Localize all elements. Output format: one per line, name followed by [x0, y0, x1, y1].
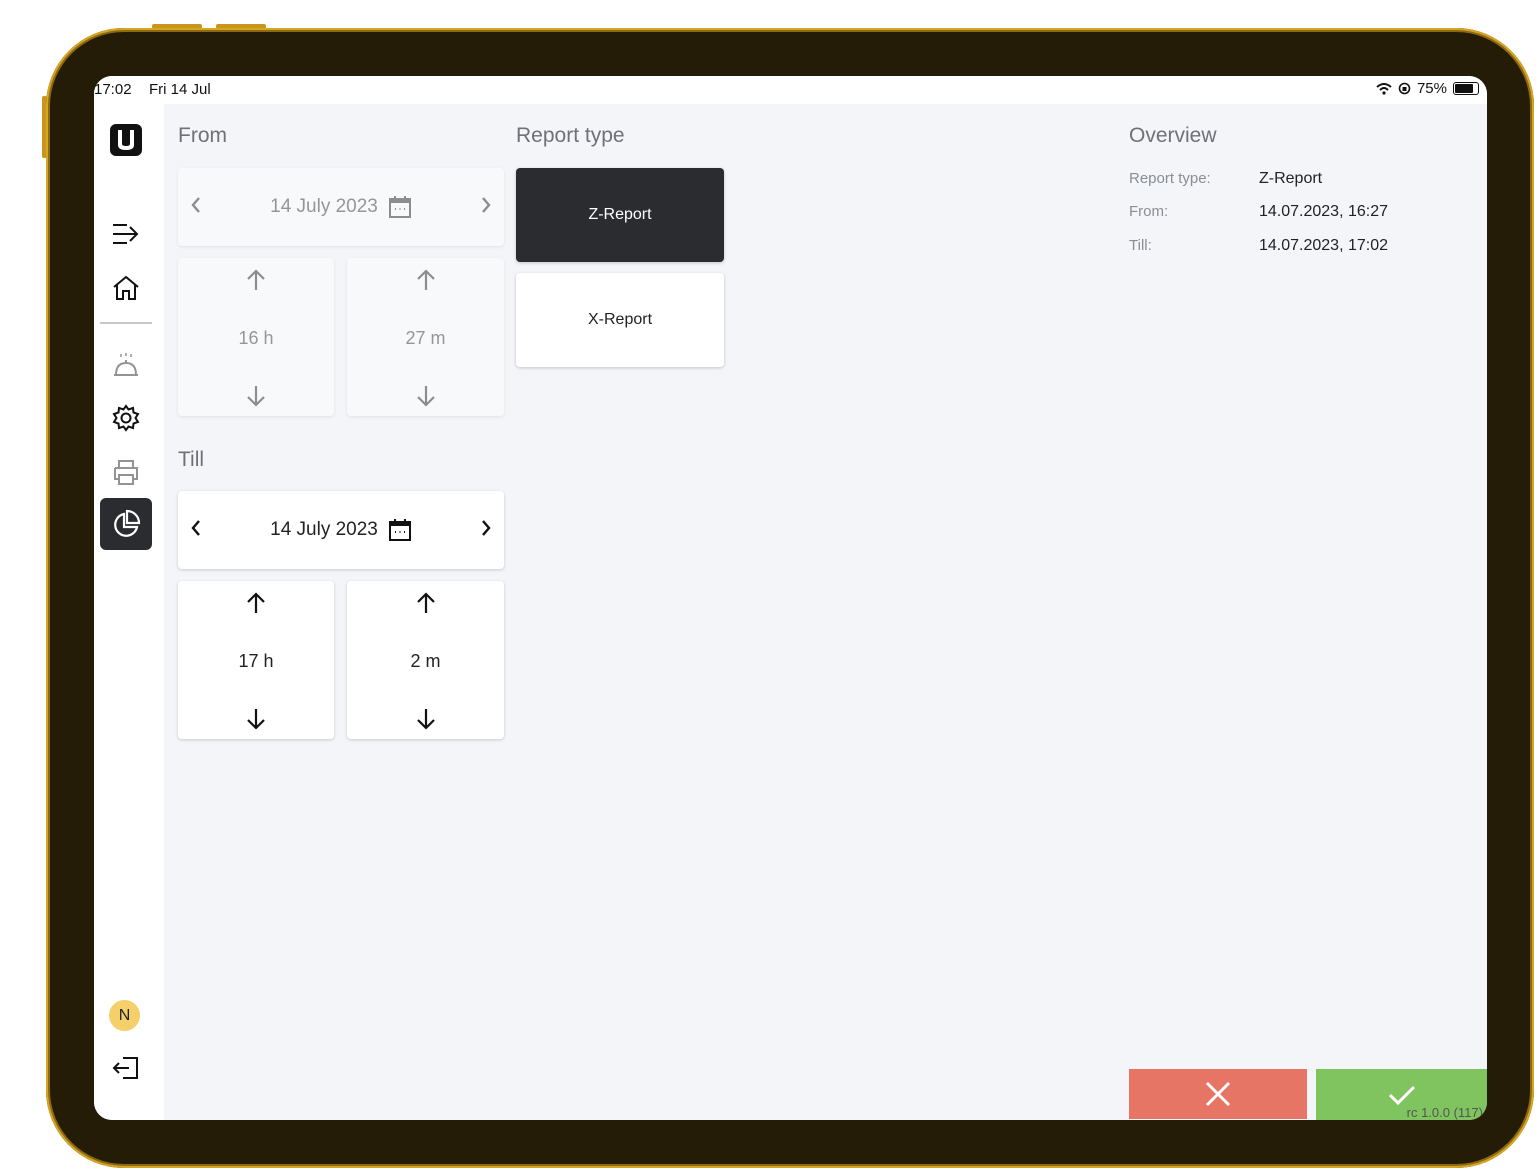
arrow-down-icon[interactable]: [244, 384, 268, 408]
till-hour-stepper: 17 h: [178, 581, 334, 739]
pie-chart-icon: [114, 509, 141, 537]
chevron-left-icon: [191, 196, 200, 213]
screen: 17:02 Fri 14 Jul 75% N From 14 July 2023…: [94, 76, 1487, 1120]
till-title: Till: [178, 448, 205, 471]
logout-icon: [112, 1057, 138, 1079]
arrow-up-icon[interactable]: [414, 268, 438, 292]
overview-label: Till:: [1129, 237, 1152, 254]
menu-toggle-button[interactable]: [100, 208, 152, 260]
chevron-left-icon: [191, 519, 200, 536]
logout-button[interactable]: [100, 1042, 152, 1094]
status-date: Fri 14 Jul: [149, 81, 211, 98]
till-prev-day-button[interactable]: [190, 519, 202, 542]
from-minutes-value: 27 m: [405, 327, 446, 348]
battery-percent: 75%: [1416, 80, 1447, 97]
status-right: 75%: [1376, 80, 1479, 97]
sidebar: N: [94, 104, 164, 1120]
version-label: rc 1.0.0 (117): [1406, 1105, 1483, 1120]
reports-button[interactable]: [100, 498, 152, 550]
wifi-icon: [1376, 82, 1392, 95]
home-button[interactable]: [100, 262, 152, 314]
chevron-right-icon: [482, 196, 491, 213]
overview-title: Overview: [1129, 124, 1217, 147]
till-minutes-value: 2 m: [410, 650, 441, 671]
z-report-button[interactable]: Z-Report: [516, 168, 724, 262]
chevron-right-icon: [482, 519, 491, 536]
arrow-down-icon[interactable]: [414, 384, 438, 408]
check-icon: [1388, 1085, 1415, 1105]
settings-button[interactable]: [100, 392, 152, 444]
status-time: 17:02: [94, 81, 132, 98]
arrow-down-icon[interactable]: [244, 707, 268, 731]
overview-value: Z-Report: [1259, 170, 1323, 187]
overview-label: From:: [1129, 203, 1169, 220]
printer-button[interactable]: [100, 446, 152, 498]
orientation-lock-icon: [1398, 82, 1411, 95]
from-next-day-button[interactable]: [480, 196, 492, 219]
from-prev-day-button[interactable]: [190, 196, 202, 219]
from-date-value[interactable]: 14 July 2023: [270, 196, 378, 218]
arrow-up-icon[interactable]: [244, 268, 268, 292]
gear-icon: [112, 404, 140, 432]
overview-value: 14.07.2023, 17:02: [1259, 237, 1389, 254]
cancel-button[interactable]: [1129, 1069, 1307, 1119]
from-minute-stepper: 27 m: [347, 258, 504, 416]
till-hours-value: 17 h: [238, 650, 274, 671]
app-logo: [100, 114, 152, 166]
avatar[interactable]: N: [109, 1000, 140, 1031]
from-hours-value: 16 h: [238, 327, 274, 348]
till-date-value[interactable]: 14 July 2023: [270, 519, 378, 541]
printer-icon: [114, 460, 138, 485]
confirm-button[interactable]: rc 1.0.0 (117): [1316, 1069, 1487, 1120]
till-next-day-button[interactable]: [480, 519, 492, 542]
till-date-picker: 14 July 2023: [178, 491, 504, 569]
calendar-icon[interactable]: [388, 518, 412, 542]
till-minute-stepper: 2 m: [347, 581, 504, 739]
home-icon: [113, 275, 139, 300]
sidebar-divider: [100, 322, 152, 324]
from-date-picker: 14 July 2023: [178, 168, 504, 246]
x-report-button[interactable]: X-Report: [516, 273, 724, 367]
kitchen-button[interactable]: [100, 340, 152, 392]
status-bar: 17:02 Fri 14 Jul 75%: [94, 76, 1487, 104]
arrow-down-icon[interactable]: [414, 707, 438, 731]
calendar-icon[interactable]: [388, 195, 412, 219]
cloche-icon: [114, 353, 138, 376]
overview-value: 14.07.2023, 16:27: [1259, 203, 1389, 220]
arrow-up-icon[interactable]: [414, 591, 438, 615]
collapse-menu-icon: [113, 224, 139, 244]
arrow-up-icon[interactable]: [244, 591, 268, 615]
from-hour-stepper: 16 h: [178, 258, 334, 416]
from-title: From: [178, 124, 227, 147]
close-icon: [1205, 1081, 1231, 1107]
report-type-title: Report type: [516, 124, 625, 147]
battery-icon: [1453, 82, 1479, 95]
overview-label: Report type:: [1129, 170, 1211, 187]
